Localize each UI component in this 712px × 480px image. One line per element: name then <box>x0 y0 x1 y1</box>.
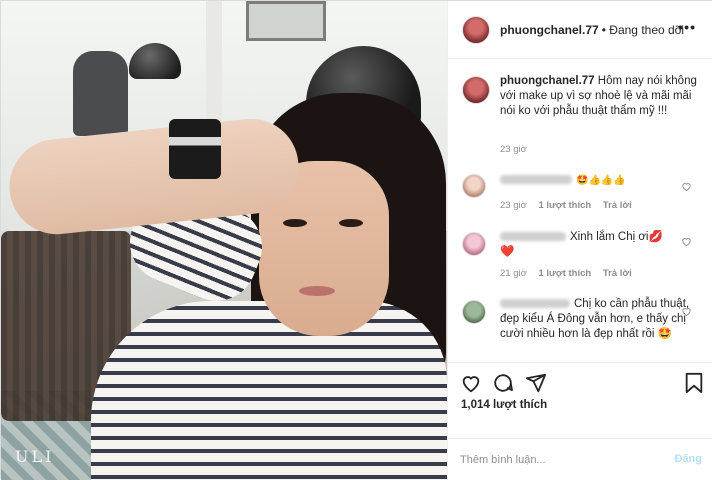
header-user-line: phuongchanel.77 • Đang theo dõi <box>500 23 684 37</box>
caption-time[interactable]: 23 giờ <box>500 144 527 155</box>
post-side-panel: phuongchanel.77 • Đang theo dõi ••• phuo… <box>447 1 712 480</box>
heart-icon[interactable] <box>460 372 482 394</box>
comment-likes[interactable]: 1 lượt thích <box>538 200 591 211</box>
comment-username-blurred[interactable] <box>500 175 572 185</box>
instagram-post: ULI phuongchanel.77 • Đang theo dõi ••• … <box>0 0 712 480</box>
likes-count[interactable]: 1,014 lượt thích <box>461 399 547 411</box>
comment-input[interactable] <box>460 450 660 470</box>
comment-likes[interactable]: 1 lượt thích <box>538 268 591 279</box>
heart-icon[interactable] <box>681 181 692 192</box>
post-comment-button[interactable]: Đăng <box>675 453 703 465</box>
comment-avatar[interactable] <box>462 232 486 256</box>
photo-bracelet <box>169 119 221 179</box>
photo-pillar <box>206 1 222 121</box>
heart-icon[interactable] <box>681 306 692 317</box>
comment-2: Xinh lắm Chị ơi💋 ❤️ <box>500 230 680 260</box>
photo-striped-top <box>91 301 447 480</box>
photo-eye-left <box>283 219 307 227</box>
share-icon[interactable] <box>525 372 547 394</box>
photo-eye-right <box>339 219 363 227</box>
comment-1-meta: 23 giờ 1 lượt thích Trả lời <box>500 200 641 211</box>
post-header: phuongchanel.77 • Đang theo dõi ••• <box>448 1 712 59</box>
photo-watermark: ULI <box>15 447 55 466</box>
caption-username[interactable]: phuongchanel.77 <box>500 75 595 87</box>
caption-text-block: phuongchanel.77 Hôm nay nói không với ma… <box>500 74 700 119</box>
photo-window <box>246 1 326 41</box>
comment-avatar[interactable] <box>462 174 486 198</box>
comment-username-blurred[interactable] <box>500 232 566 242</box>
add-comment-bar: Đăng <box>448 438 712 480</box>
author-username[interactable]: phuongchanel.77 <box>500 23 599 37</box>
comment-3: Chị ko cần phẫu thuật, đẹp kiểu Á Đông v… <box>500 297 690 342</box>
follow-status[interactable]: Đang theo dõi <box>609 23 684 37</box>
photo-background-person <box>73 51 128 136</box>
comment-time[interactable]: 21 giờ <box>500 268 527 279</box>
reply-link[interactable]: Trả lời <box>603 268 632 279</box>
comment-text: 🤩👍👍👍 <box>576 175 626 186</box>
author-avatar[interactable] <box>462 16 490 44</box>
comment-1: 🤩👍👍👍 <box>500 173 680 188</box>
heart-icon[interactable] <box>681 236 692 247</box>
post-actions: 1,014 lượt thích <box>448 362 712 438</box>
caption-meta: 23 giờ <box>500 144 536 155</box>
bookmark-icon[interactable] <box>684 372 704 394</box>
caption-avatar[interactable] <box>462 76 490 104</box>
comment-time[interactable]: 23 giờ <box>500 200 527 211</box>
comments-list[interactable]: phuongchanel.77 Hôm nay nói không với ma… <box>448 60 712 362</box>
post-photo[interactable]: ULI <box>1 1 447 480</box>
reply-link[interactable]: Trả lời <box>603 200 632 211</box>
photo-lips <box>299 286 335 296</box>
comment-icon[interactable] <box>492 372 514 394</box>
comment-username-blurred[interactable] <box>500 299 570 309</box>
more-icon[interactable]: ••• <box>678 19 696 35</box>
comment-avatar[interactable] <box>462 300 486 324</box>
comment-2-meta: 21 giờ 1 lượt thích Trả lời <box>500 268 641 279</box>
